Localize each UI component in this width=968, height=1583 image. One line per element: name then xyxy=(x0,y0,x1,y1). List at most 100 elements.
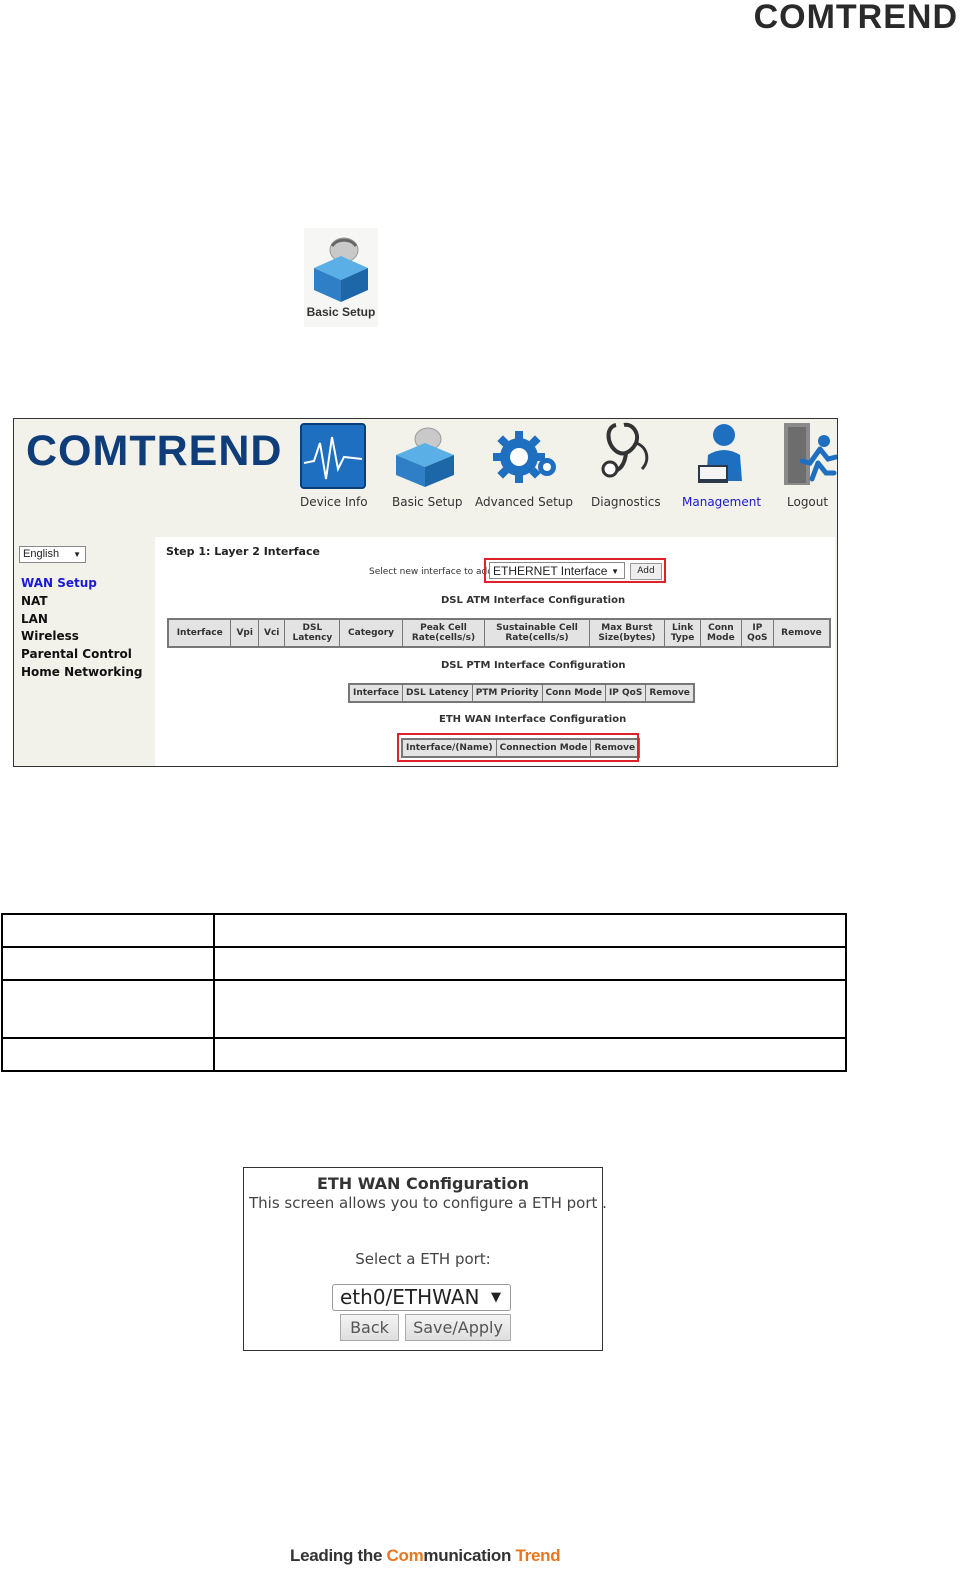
content-area: Step 1: Layer 2 Interface Select new int… xyxy=(155,537,835,766)
language-select[interactable]: English ▼ xyxy=(19,546,86,563)
table-header-cell: DSL Latency xyxy=(402,683,473,703)
table-cell xyxy=(213,913,847,948)
ptm-section-title: DSL PTM Interface Configuration xyxy=(441,660,626,671)
language-value: English xyxy=(23,548,60,560)
save-apply-button[interactable]: Save/Apply xyxy=(405,1314,511,1341)
table-row xyxy=(1,979,847,1039)
back-button[interactable]: Back xyxy=(340,1314,399,1341)
footer-text: Leading the xyxy=(290,1546,387,1565)
header-text: Rate(cells/s) xyxy=(505,633,569,643)
table-cell xyxy=(1,979,215,1039)
table-header-cell: IP QoS xyxy=(604,683,647,703)
step-title: Step 1: Layer 2 Interface xyxy=(166,545,320,558)
table-cell xyxy=(213,1037,847,1072)
header-text: Link xyxy=(671,623,694,633)
gear-icon xyxy=(493,431,556,483)
table-row xyxy=(1,1037,847,1072)
footer-text: munication xyxy=(423,1546,516,1565)
table-header-cell: Vpi xyxy=(230,618,260,648)
table-cell xyxy=(213,946,847,981)
table-header-cell: Peak Cell Rate(cells/s) xyxy=(401,618,486,648)
header-text: DSL xyxy=(302,623,323,633)
nav-label: Advanced Setup xyxy=(475,495,574,509)
table-header-cell: Sustainable Cell Rate(cells/s) xyxy=(484,618,590,648)
table-header-row: Interface Vpi Vci DSL Latency Category Peak Ce… xyxy=(167,618,831,648)
router-ui-screenshot: COMTREND Device Info Basic Setup Advance… xyxy=(13,418,838,767)
atm-table: Interface Vpi Vci DSL Latency Category Peak Ce… xyxy=(167,618,831,648)
router-logo: COMTREND xyxy=(26,427,283,475)
sidebar-item-lan[interactable]: LAN xyxy=(21,612,48,626)
management-icon xyxy=(698,424,742,483)
table-header-cell: Category xyxy=(339,618,403,648)
parameter-table xyxy=(1,913,847,1072)
table-header-cell: Remove xyxy=(645,683,695,703)
footer-text: Trend xyxy=(515,1546,561,1565)
eth-port-value: eth0/ETHWAN xyxy=(340,1285,480,1309)
header-text: Category xyxy=(348,628,395,638)
nav-label: Device Info xyxy=(300,495,368,509)
header-text: Remove xyxy=(781,628,822,638)
table-header-cell: Interface xyxy=(348,683,404,703)
table-header-cell: PTM Priority xyxy=(471,683,543,703)
header-text: IP xyxy=(752,623,763,633)
basic-setup-label: Basic Setup xyxy=(306,305,376,319)
sidebar: English ▼ WAN Setup NAT LAN Wireless Par… xyxy=(14,537,155,766)
logout-icon xyxy=(784,423,837,485)
table-header-cell: Interface xyxy=(167,618,232,648)
sidebar-item-parental-control[interactable]: Parental Control xyxy=(21,647,132,661)
header-text: Peak Cell xyxy=(420,623,467,633)
table-cell xyxy=(213,979,847,1039)
header-text: Max Burst xyxy=(601,623,653,633)
header-text: Latency xyxy=(292,633,333,643)
table-cell xyxy=(1,946,215,981)
table-row xyxy=(1,913,847,948)
footer-text: Com xyxy=(386,1546,424,1565)
atm-section-title: DSL ATM Interface Configuration xyxy=(441,595,626,606)
header-text: QoS xyxy=(747,633,768,643)
header-text: Rate(cells/s) xyxy=(411,633,476,643)
sidebar-item-wan-setup[interactable]: WAN Setup xyxy=(21,576,97,590)
dialog-description: This screen allows you to configure a ET… xyxy=(249,1194,607,1212)
header-text: Mode xyxy=(707,633,735,643)
footer-tagline: Leading the Communication Trend xyxy=(290,1546,561,1566)
chevron-down-icon: ▼ xyxy=(73,550,81,559)
basic-setup-shortcut: Basic Setup xyxy=(304,228,378,327)
sidebar-item-nat[interactable]: NAT xyxy=(21,594,48,608)
table-header-cell: Conn Mode xyxy=(541,683,606,703)
header-text: Vci xyxy=(263,628,280,638)
table-header-cell: Max Burst Size(bytes) xyxy=(588,618,666,648)
highlight-box xyxy=(484,558,666,583)
header-text: Sustainable Cell xyxy=(496,623,578,633)
table-cell xyxy=(1,1037,215,1072)
nav-label: Basic Setup xyxy=(392,495,463,509)
eth-section-title: ETH WAN Interface Configuration xyxy=(439,714,627,725)
chevron-down-icon: ▼ xyxy=(491,1290,501,1305)
header-text: Interface xyxy=(176,628,223,638)
port-label: Select a ETH port: xyxy=(355,1250,491,1268)
stethoscope-icon xyxy=(601,422,649,478)
table-header-cell: Vci xyxy=(258,618,286,648)
header-text: Type xyxy=(670,633,695,643)
table-header-cell: IP QoS xyxy=(740,618,774,648)
header-text: Conn xyxy=(708,623,734,633)
table-header-cell: Remove xyxy=(772,618,831,648)
basic-setup-icon xyxy=(396,427,454,487)
table-cell xyxy=(1,913,215,948)
header-text: Size(bytes) xyxy=(598,633,656,643)
dialog-title: ETH WAN Configuration xyxy=(316,1174,530,1193)
eth-wan-config-dialog: ETH WAN Configuration This screen allows… xyxy=(243,1167,607,1351)
table-header-row: Interface DSL Latency PTM Priority Conn Mod… xyxy=(348,683,695,703)
ptm-table: Interface DSL Latency PTM Priority Conn Mod… xyxy=(348,683,695,703)
brand-logo: COMTREND xyxy=(753,0,958,36)
table-header-cell: Conn Mode xyxy=(700,618,742,648)
nav-label: Management xyxy=(682,495,762,509)
sidebar-item-home-networking[interactable]: Home Networking xyxy=(21,665,143,679)
nav-label: Logout xyxy=(787,495,829,509)
eth-port-select[interactable]: eth0/ETHWAN ▼ xyxy=(332,1284,511,1311)
sidebar-item-wireless[interactable]: Wireless xyxy=(21,629,79,643)
basic-setup-icon xyxy=(314,237,368,302)
table-header-cell: Link Type xyxy=(664,618,702,648)
header-text: Vpi xyxy=(236,628,253,638)
nav-label: Diagnostics xyxy=(591,495,661,509)
highlight-box xyxy=(397,733,639,762)
